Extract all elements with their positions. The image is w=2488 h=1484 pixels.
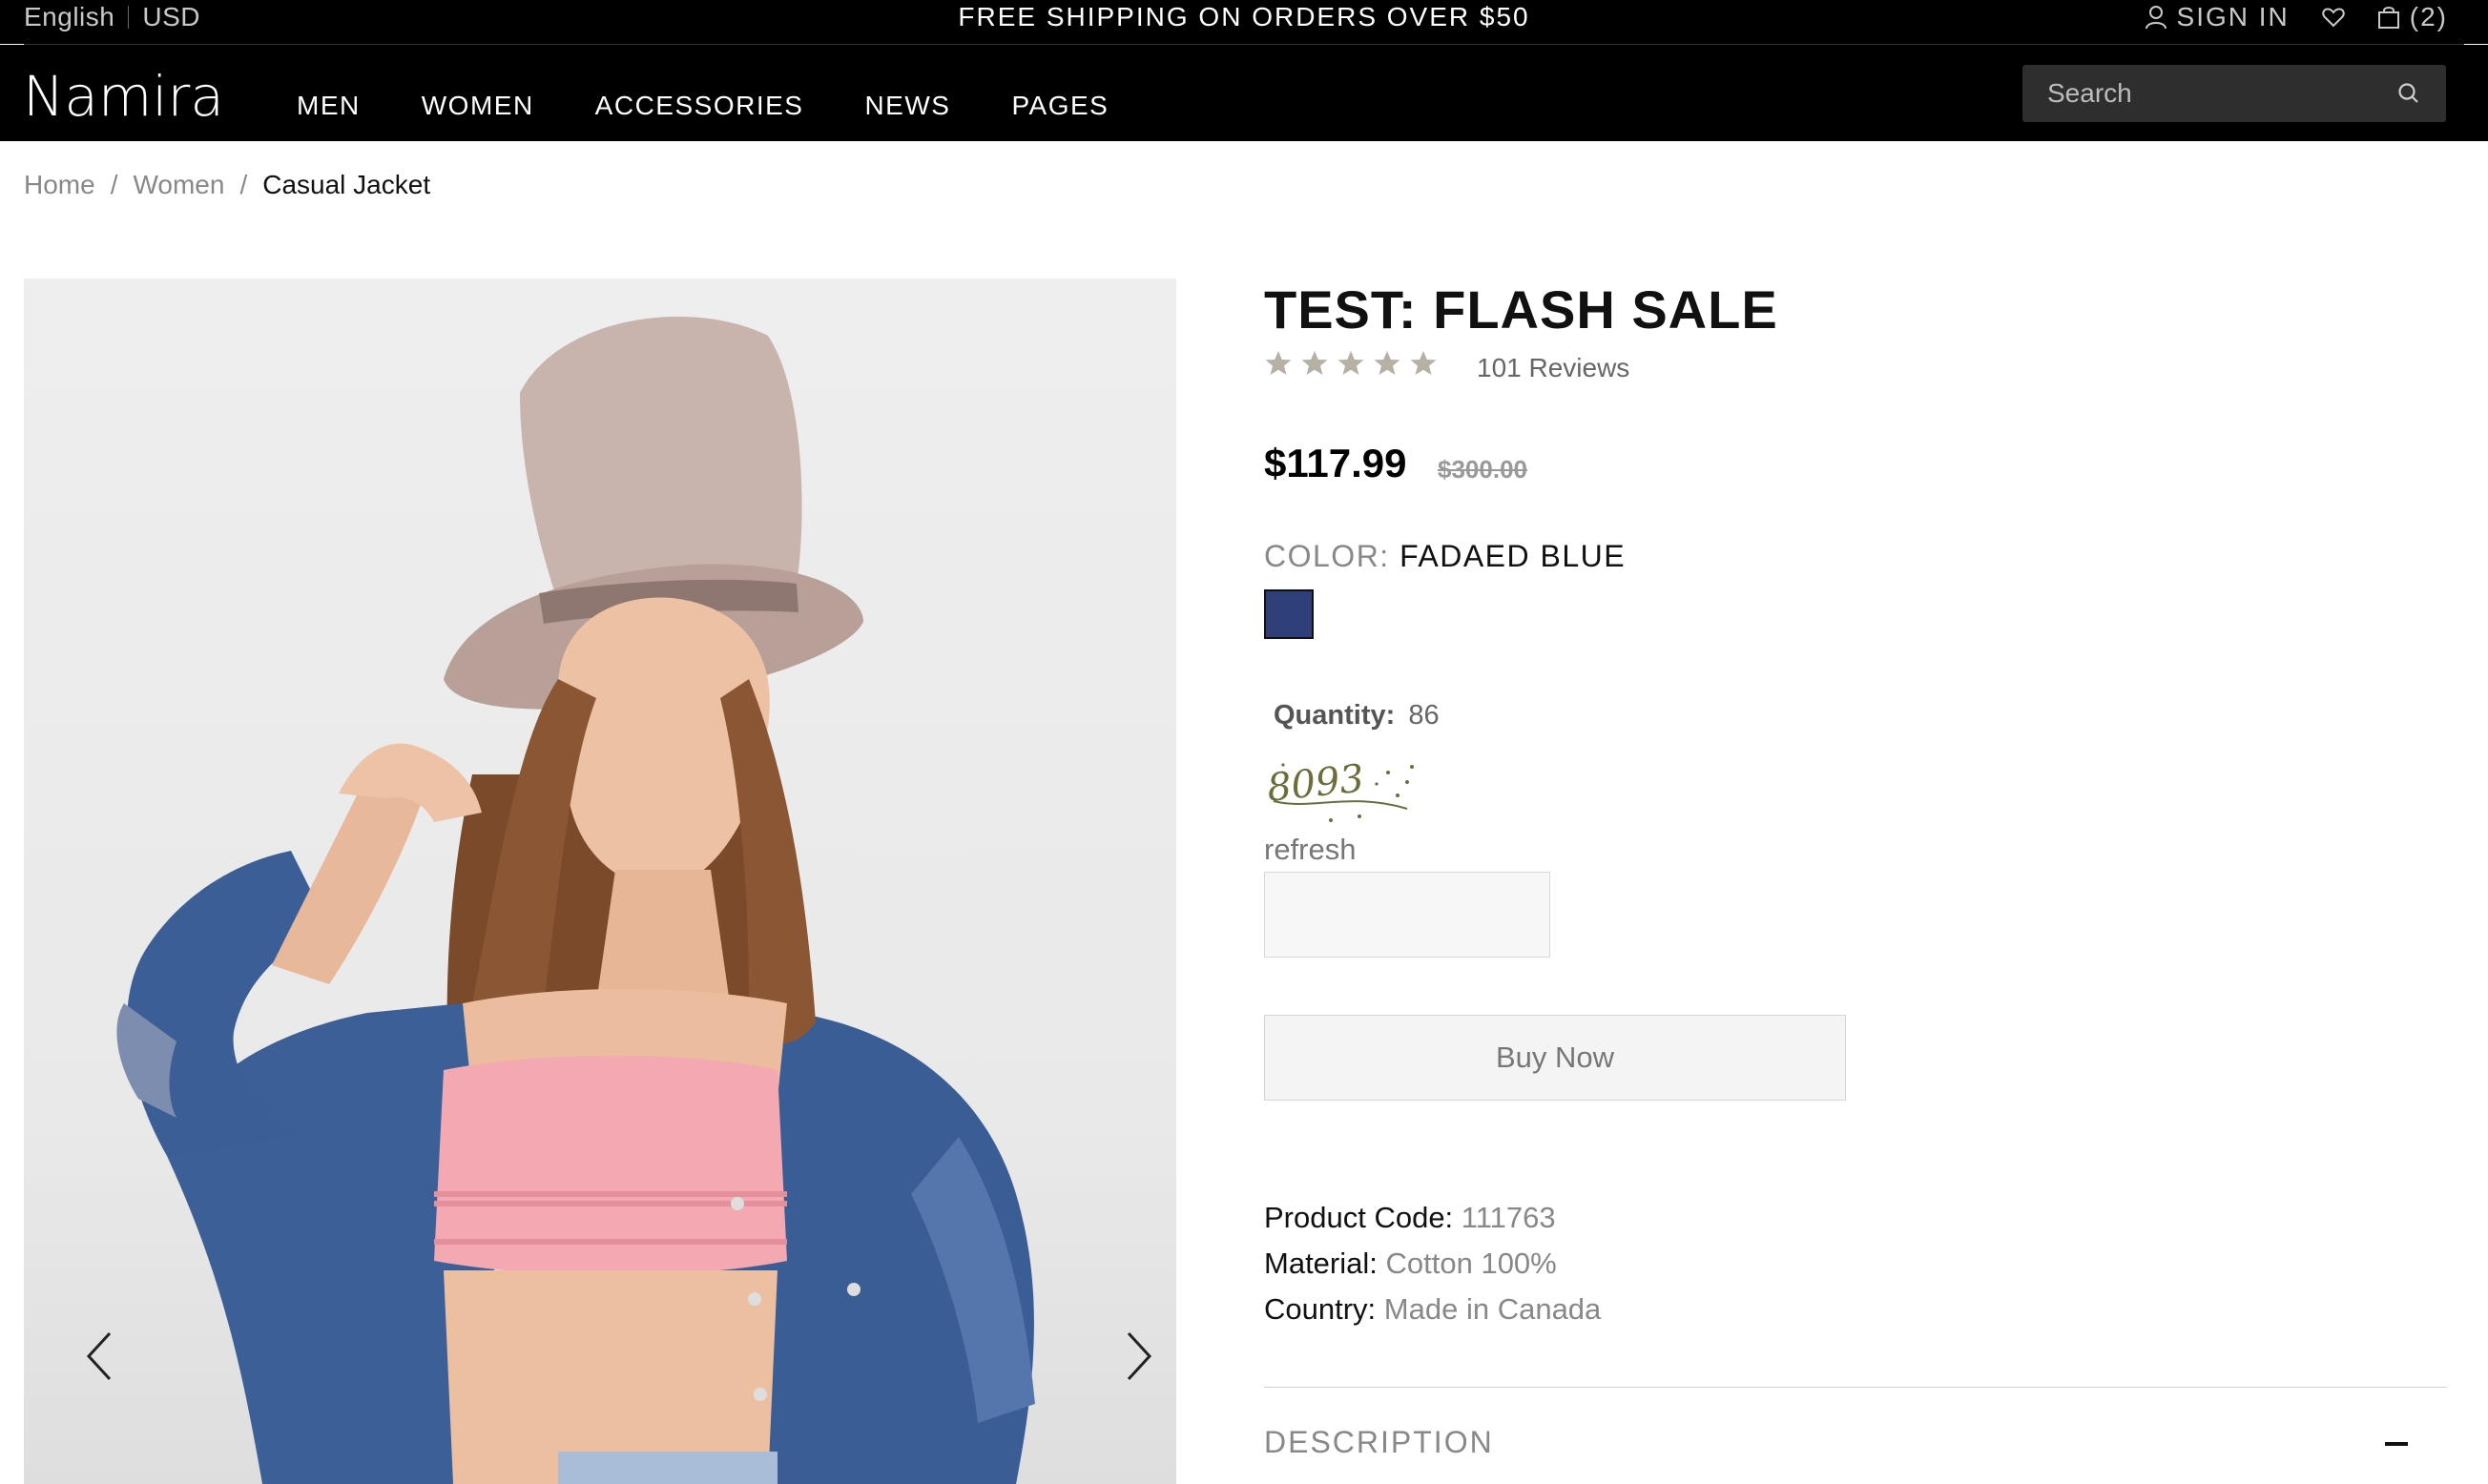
spec-label: Material: bbox=[1264, 1247, 1378, 1280]
cart-count: (2) bbox=[2409, 2, 2448, 31]
breadcrumb-current: Casual Jacket bbox=[262, 170, 431, 199]
spec-value: Made in Canada bbox=[1383, 1292, 1602, 1326]
star-icon bbox=[1265, 351, 1292, 375]
color-value: FADAED BLUE bbox=[1400, 539, 1627, 573]
language-selector[interactable]: English bbox=[24, 2, 114, 32]
shopping-bag-icon bbox=[2377, 7, 2399, 29]
breadcrumb-separator: / bbox=[239, 170, 248, 199]
next-image-arrow-icon[interactable] bbox=[1119, 1328, 1157, 1385]
announcement-bar: English USD FREE SHIPPING ON ORDERS OVER… bbox=[0, 0, 2488, 45]
star-icon bbox=[1301, 351, 1328, 375]
search-input[interactable] bbox=[2047, 78, 2396, 109]
captcha-image: 8093 bbox=[1265, 756, 1414, 822]
captcha-input[interactable] bbox=[1264, 872, 1550, 958]
search-box bbox=[2022, 65, 2446, 122]
previous-image-arrow-icon[interactable] bbox=[81, 1328, 119, 1385]
main-nav: MEN WOMEN ACCESSORIES NEWS PAGES bbox=[297, 91, 1170, 121]
buy-now-button[interactable]: Buy Now bbox=[1264, 1015, 1846, 1101]
nav-item-women[interactable]: WOMEN bbox=[422, 91, 534, 121]
sign-in-label: SIGN IN bbox=[2176, 2, 2290, 31]
breadcrumb-separator: / bbox=[110, 170, 118, 199]
sale-price: $117.99 bbox=[1264, 441, 1407, 485]
product-title: TEST: FLASH SALE bbox=[1264, 279, 1778, 340]
spec-label: Country: bbox=[1264, 1292, 1377, 1326]
search-icon[interactable] bbox=[2396, 81, 2421, 106]
heart-icon bbox=[2322, 8, 2345, 28]
main-header: Namira MEN WOMEN ACCESSORIES NEWS PAGES bbox=[0, 45, 2488, 141]
nav-item-accessories[interactable]: ACCESSORIES bbox=[595, 91, 804, 121]
spec-value: 111763 bbox=[1461, 1201, 1556, 1234]
spec-label: Product Code: bbox=[1264, 1201, 1454, 1234]
product-photo bbox=[116, 317, 1035, 1484]
wishlist-link[interactable] bbox=[2322, 7, 2345, 28]
currency-selector[interactable]: USD bbox=[142, 2, 200, 32]
captcha-refresh-link[interactable]: refresh bbox=[1264, 833, 1356, 867]
sign-in-link[interactable]: SIGN IN bbox=[2145, 2, 2290, 32]
star-icon bbox=[1337, 351, 1364, 375]
locale-switcher: English USD bbox=[24, 0, 200, 34]
star-icon bbox=[1410, 351, 1437, 375]
reviews-link[interactable]: 101 Reviews bbox=[1477, 353, 1629, 383]
original-price: $300.00 bbox=[1438, 455, 1527, 484]
account-links: SIGN IN (2) bbox=[2112, 0, 2448, 34]
spec-material: Material: Cotton 100% bbox=[1264, 1247, 1557, 1281]
color-selection: COLOR: FADAED BLUE bbox=[1264, 539, 1626, 574]
quantity-info: Quantity: 86 bbox=[1274, 700, 1440, 732]
quantity-label: Quantity: bbox=[1274, 700, 1396, 731]
spec-country: Country: Made in Canada bbox=[1264, 1292, 1601, 1327]
rating-stars bbox=[1264, 349, 1438, 378]
color-label: COLOR: bbox=[1264, 539, 1390, 573]
star-icon bbox=[1374, 351, 1400, 375]
cart-link[interactable]: (2) bbox=[2377, 2, 2448, 32]
section-divider bbox=[1264, 1387, 2447, 1388]
locale-divider bbox=[128, 6, 130, 29]
logo[interactable]: Namira bbox=[23, 64, 224, 129]
user-icon bbox=[2145, 6, 2167, 30]
breadcrumb-women[interactable]: Women bbox=[133, 170, 224, 200]
breadcrumb: Home / Women / Casual Jacket bbox=[24, 170, 430, 200]
nav-item-news[interactable]: NEWS bbox=[864, 91, 950, 121]
product-image-gallery bbox=[24, 278, 1176, 1484]
spec-product-code: Product Code: 111763 bbox=[1264, 1201, 1556, 1235]
spec-value: Cotton 100% bbox=[1385, 1247, 1557, 1280]
description-toggle[interactable]: DESCRIPTION bbox=[1264, 1425, 1494, 1460]
breadcrumb-home[interactable]: Home bbox=[24, 170, 95, 200]
quantity-value: 86 bbox=[1408, 700, 1440, 731]
collapse-minus-icon[interactable] bbox=[2385, 1442, 2408, 1446]
color-swatch[interactable] bbox=[1264, 589, 1314, 639]
nav-item-men[interactable]: MEN bbox=[297, 91, 361, 121]
nav-item-pages[interactable]: PAGES bbox=[1011, 91, 1109, 121]
